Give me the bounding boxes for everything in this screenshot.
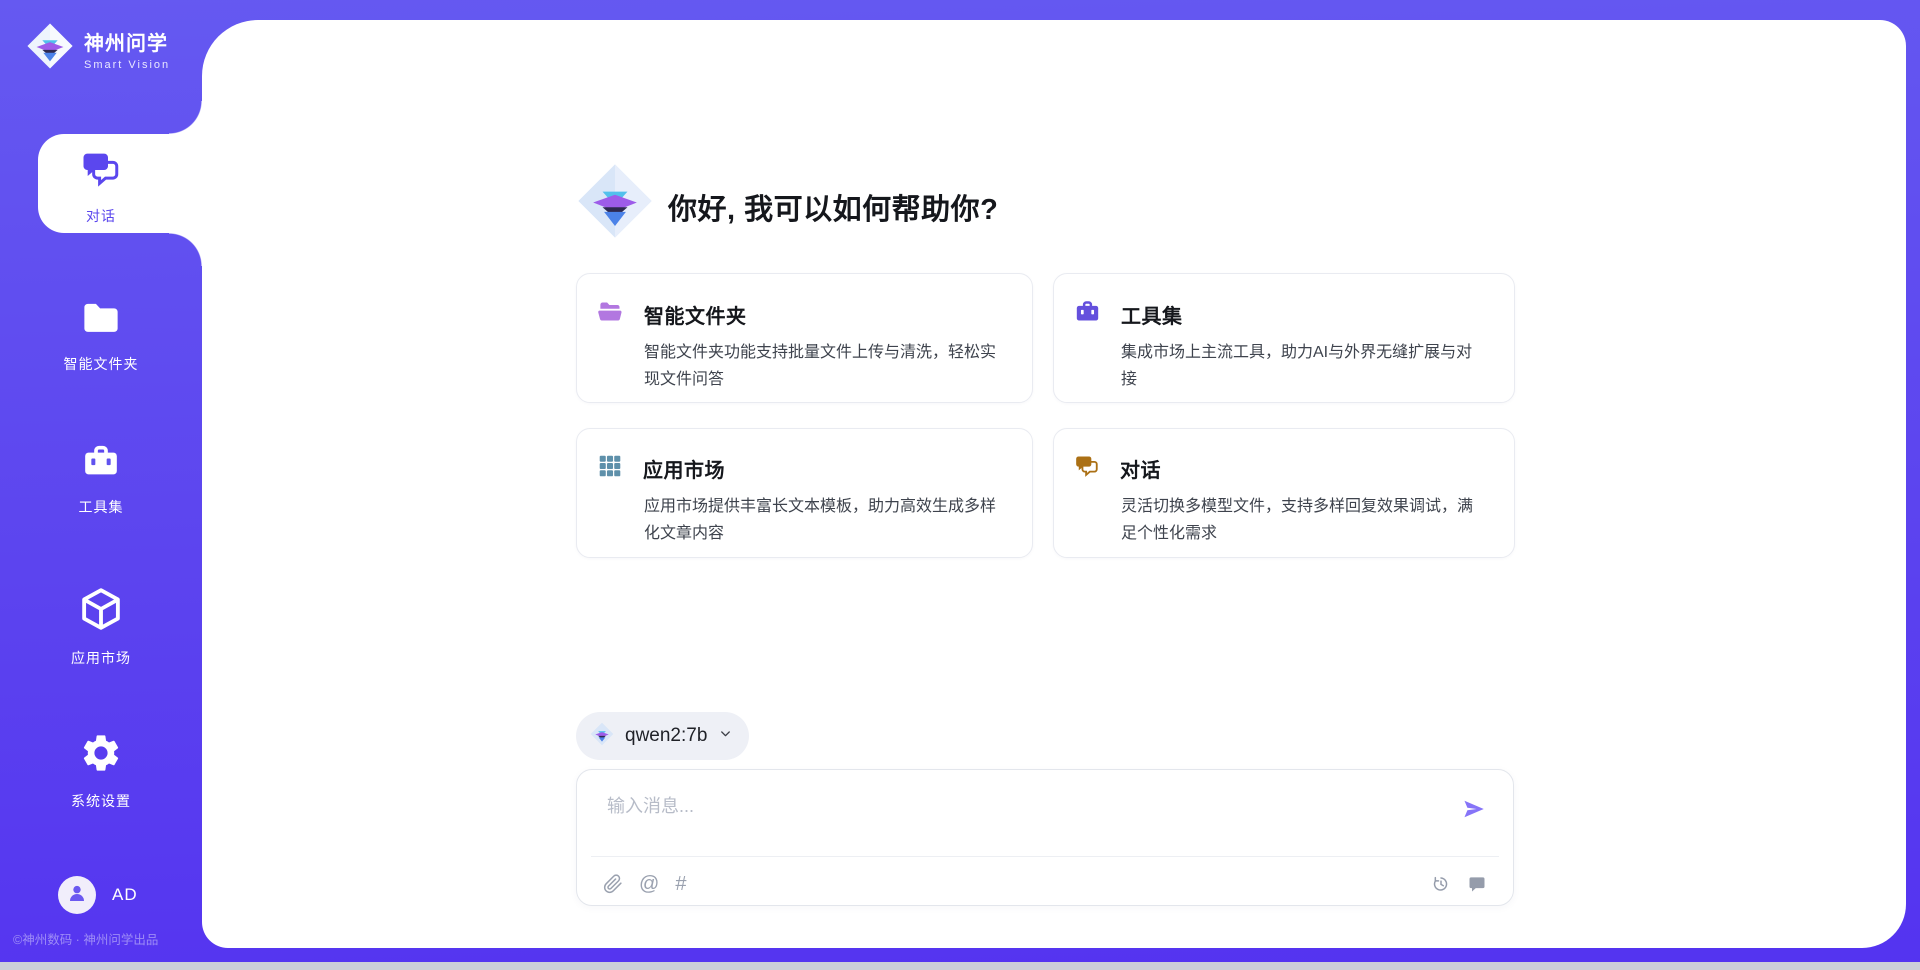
card-title: 工具集 [1121, 300, 1183, 329]
send-icon[interactable] [1461, 796, 1487, 822]
chat-icon [80, 148, 122, 195]
sidebar-item-app-market[interactable]: 应用市场 [0, 586, 202, 668]
card-description: 灵活切换多模型文件，支持多样回复效果调试，满足个性化需求 [1121, 493, 1484, 547]
copyright: ©神州数码 · 神州问学出品 [13, 929, 199, 948]
feature-card-smart-folder[interactable]: 智能文件夹 智能文件夹功能支持批量文件上传与清洗，轻松实现文件问答 [576, 273, 1033, 403]
chat-bubble-icon[interactable] [1467, 874, 1487, 894]
composer-divider [591, 856, 1499, 857]
main-content: 你好, 我可以如何帮助你? 智能文件夹 智能文件夹功能支持批量文件上传与清洗，轻… [0, 0, 1920, 970]
sidebar-item-label: 工具集 [79, 497, 124, 517]
model-selector[interactable]: qwen2:7b [576, 712, 749, 760]
chevron-down-icon [718, 726, 733, 746]
sidebar: 神州问学 Smart Vision 对话 智能文件夹 [0, 0, 202, 970]
avatar [58, 876, 96, 914]
user-avatar-icon [65, 881, 89, 910]
history-icon[interactable] [1431, 874, 1451, 894]
card-title: 对话 [1120, 454, 1161, 483]
sidebar-item-label: 系统设置 [71, 791, 131, 811]
sidebar-item-chat[interactable]: 对话 [0, 148, 202, 226]
toolbox-icon [81, 441, 121, 486]
sidebar-item-label: 对话 [86, 206, 116, 226]
card-description: 智能文件夹功能支持批量文件上传与清洗，轻松实现文件问答 [644, 339, 1002, 393]
feature-card-chat[interactable]: 对话 灵活切换多模型文件，支持多样回复效果调试，满足个性化需求 [1053, 428, 1515, 558]
folder-open-icon [597, 298, 624, 330]
greeting-title: 你好, 我可以如何帮助你? [668, 186, 998, 228]
user-row[interactable]: AD [58, 876, 138, 914]
sidebar-item-folder[interactable]: 智能文件夹 [0, 296, 202, 374]
apps-grid-icon [597, 453, 623, 484]
feature-card-app-market[interactable]: 应用市场 应用市场提供丰富长文本模板，助力高效生成多样化文章内容 [576, 428, 1033, 558]
at-icon[interactable]: @ [639, 874, 659, 894]
model-name: qwen2:7b [625, 725, 707, 747]
message-input[interactable] [607, 788, 1367, 824]
paperclip-icon[interactable] [603, 874, 623, 894]
brand-text: 神州问学 Smart Vision [84, 27, 170, 71]
card-description: 应用市场提供丰富长文本模板，助力高效生成多样化文章内容 [644, 493, 1002, 547]
message-composer: @ # [576, 769, 1514, 906]
diamond-logo-icon [26, 22, 74, 75]
sidebar-item-settings[interactable]: 系统设置 [0, 731, 202, 811]
feature-card-toolset[interactable]: 工具集 集成市场上主流工具，助力AI与外界无缝扩展与对接 [1053, 273, 1515, 403]
brand-subtitle: Smart Vision [84, 59, 170, 71]
cube-icon [78, 586, 124, 637]
sidebar-item-label: 智能文件夹 [64, 354, 139, 374]
sidebar-item-label: 应用市场 [71, 648, 131, 668]
brand: 神州问学 Smart Vision [26, 22, 170, 75]
hash-icon[interactable]: # [675, 874, 686, 894]
model-logo-icon [590, 722, 614, 751]
brand-name: 神州问学 [84, 27, 170, 56]
toolbox-icon [1074, 298, 1101, 330]
folder-icon [80, 296, 122, 343]
user-name: AD [112, 885, 138, 905]
gear-icon [79, 731, 123, 780]
card-description: 集成市场上主流工具，助力AI与外界无缝扩展与对接 [1121, 339, 1484, 393]
card-title: 应用市场 [643, 454, 725, 483]
chat-icon [1074, 453, 1100, 484]
card-title: 智能文件夹 [644, 300, 747, 329]
greeting-logo-icon [576, 162, 654, 240]
sidebar-item-toolset[interactable]: 工具集 [0, 441, 202, 517]
